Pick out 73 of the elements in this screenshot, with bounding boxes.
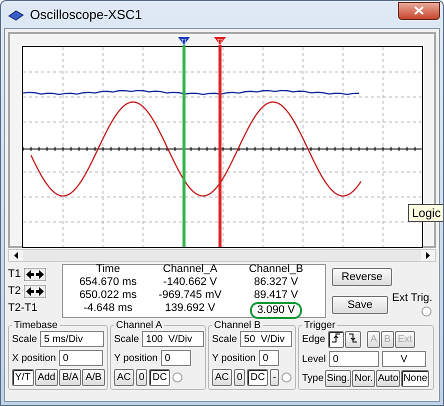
field-label: Scale [12,334,38,344]
level-field[interactable]: 0 [328,351,379,367]
table-cell: -140.662 V [163,276,217,289]
horizontal-scrollbar[interactable] [8,249,436,262]
scroll-left-icon[interactable] [14,252,18,259]
ext-trig-label: Ext Trig. [392,292,432,304]
table-cell-text: -4.648 ms [84,302,133,316]
field-label: Level [302,354,326,364]
circled-table-cell: 3.090 V [250,302,302,319]
close-button[interactable] [398,2,440,20]
cursor-line[interactable] [178,37,190,247]
table-cell: 89.417 V [254,289,298,302]
rising-edge-icon [331,333,342,343]
mode-button[interactable]: Add [34,369,58,386]
coupling-button[interactable]: AC [212,369,232,386]
position-field[interactable]: 0 [258,350,279,366]
scroll-right-icon[interactable] [426,252,430,259]
type-button[interactable]: Auto [376,370,400,387]
scale-field[interactable]: 50 V/Div [240,331,292,347]
window-title: Oscilloscope-XSC1 [30,7,143,22]
field-label: Scale [114,334,140,344]
mode-button[interactable]: A/B [82,369,105,386]
app-icon [8,8,24,20]
radio-icon[interactable] [281,372,292,383]
field-label: Y position [212,352,256,364]
type-button[interactable]: Nor. [352,370,375,387]
field-label: Y position [114,352,158,364]
table-cell: 86.327 V [254,276,298,289]
unit-field[interactable]: V [382,351,426,367]
falling-edge-icon [348,333,358,343]
left-right-arrows-icon[interactable] [24,284,46,298]
group-title: Channel A [115,320,164,331]
position-field[interactable]: 0 [58,350,103,366]
coupling-button[interactable]: DC [247,369,268,386]
group-title: Trigger [303,320,336,331]
group-title: Channel B [213,320,262,331]
column-header: Time [96,263,120,276]
close-icon [414,6,424,15]
column-header: Channel_A [162,263,218,276]
field-label: X position [12,352,56,364]
mode-button[interactable]: B/A [59,369,82,386]
group-title: Timebase [13,320,59,331]
type-button[interactable]: Sing. [324,370,352,387]
tooltip: Logic [408,204,443,222]
mode-button[interactable]: Y/T [12,369,34,386]
table-cell: -969.745 mV [158,289,222,302]
cursor-row-label: T2 [8,285,21,297]
table-cell-text: 139.692 V [165,302,216,316]
field-label: Type [302,373,324,384]
column-header: Channel_B [248,263,304,276]
table-cell: 650.022 ms [79,289,137,302]
coupling-button[interactable]: DC [149,369,170,386]
cursor-row-label: T2-T1 [8,302,38,314]
left-right-arrows-icon[interactable] [24,268,46,280]
coupling-button[interactable]: AC [114,369,134,386]
cursor-line[interactable] [214,37,226,247]
coupling-button[interactable]: 0 [136,369,148,386]
cursor-row-label: T1 [8,268,21,280]
radio-icon[interactable] [172,372,183,383]
field-label: Edge [302,334,326,345]
type-button[interactable]: None [401,370,430,387]
table-cell: 654.670 ms [79,276,137,289]
edge-button[interactable] [328,331,344,348]
field-label: Scale [212,334,238,344]
radio-icon[interactable] [421,306,432,317]
coupling-button[interactable]: 0 [234,369,246,386]
save-button[interactable]: Save [332,296,388,314]
position-field[interactable]: 0 [160,350,191,366]
edge-button[interactable] [345,331,362,348]
reverse-button[interactable]: Reverse [332,268,392,286]
scale-field[interactable]: 100 V/Div [142,331,204,347]
coupling-button[interactable]: - [270,369,280,386]
scale-field[interactable]: 5 ms/Div [40,331,104,347]
